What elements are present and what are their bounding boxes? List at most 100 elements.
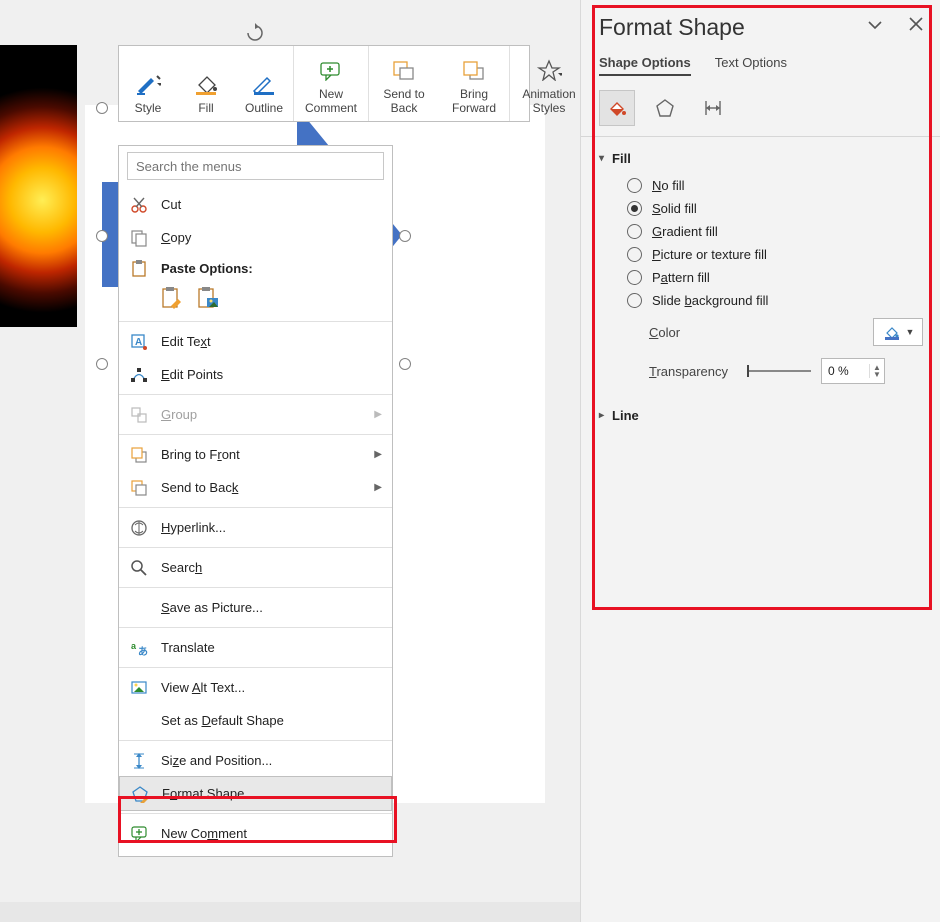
pen-style-icon — [135, 71, 161, 97]
transparency-label: Transparency — [649, 364, 749, 379]
menu-search-input[interactable] — [127, 152, 384, 180]
fill-section-toggle[interactable]: ▾ Fill — [599, 151, 923, 166]
effects-tab[interactable] — [647, 90, 683, 126]
search-icon — [129, 558, 149, 578]
translate-item[interactable]: aあ Translate — [119, 631, 392, 664]
bring-to-front-item[interactable]: Bring to Front ▶ — [119, 438, 392, 471]
new-comment-item[interactable]: New Comment — [119, 817, 392, 850]
shape-options-tab[interactable]: Shape Options — [599, 55, 691, 76]
edit-points-icon — [129, 365, 149, 385]
bring-forward-icon — [461, 57, 487, 83]
bring-forward-button[interactable]: Bring Forward — [439, 46, 509, 119]
format-shape-label: Format Shape... — [162, 786, 379, 801]
send-back-icon — [129, 478, 149, 498]
style-button[interactable]: Style — [119, 46, 177, 119]
alt-text-label: View Alt Text... — [161, 680, 380, 695]
edit-text-icon: A — [129, 332, 149, 352]
send-back-label: Send to Back — [383, 87, 424, 115]
color-label: Color — [649, 325, 769, 340]
slide-image — [0, 45, 77, 327]
no-fill-radio[interactable]: No fill — [599, 174, 923, 197]
new-comment-label: New Comment — [305, 87, 357, 115]
bottom-gray-bar — [0, 902, 580, 922]
save-as-picture-item[interactable]: Save as Picture... — [119, 591, 392, 624]
outline-label: Outline — [245, 101, 283, 115]
line-section-toggle[interactable]: ▸ Line — [599, 408, 923, 423]
animation-styles-button[interactable]: Animation Styles — [510, 46, 588, 119]
format-shape-item[interactable]: Format Shape... — [119, 776, 392, 811]
fill-color-button[interactable]: ▼ — [873, 318, 923, 346]
star-animation-icon — [536, 57, 562, 83]
edit-points-label: Edit Points — [161, 367, 380, 382]
size-pos-label: Size and Position... — [161, 753, 380, 768]
handle-tl[interactable] — [96, 102, 108, 114]
view-alt-text-item[interactable]: View Alt Text... — [119, 671, 392, 704]
fill-button[interactable]: Fill — [177, 46, 235, 119]
edit-points-item[interactable]: Edit Points — [119, 358, 392, 391]
chevron-down-icon: ▼ — [906, 327, 915, 337]
paste-use-destination-theme[interactable] — [161, 286, 183, 310]
fill-section-label: Fill — [612, 151, 631, 166]
chevron-right-icon: ▶ — [374, 409, 382, 420]
collapse-panel-button[interactable] — [867, 17, 883, 38]
transparency-slider[interactable] — [749, 370, 811, 372]
size-icon — [129, 751, 149, 771]
group-item: Group ▶ — [119, 398, 392, 431]
bring-fwd-label: Bring Forward — [452, 87, 496, 115]
format-shape-icon — [130, 784, 150, 804]
paste-picture[interactable] — [197, 286, 219, 310]
save-picture-label: Save as Picture... — [161, 600, 380, 615]
fill-line-tab[interactable] — [599, 90, 635, 126]
clipboard-icon — [129, 258, 149, 278]
blank-icon — [129, 598, 149, 618]
hyperlink-item[interactable]: Hyperlink... — [119, 511, 392, 544]
group-label: Group — [161, 407, 380, 422]
size-properties-tab[interactable] — [695, 90, 731, 126]
bucket-fill-icon — [193, 71, 219, 97]
size-and-position-item[interactable]: Size and Position... — [119, 744, 392, 777]
search-label: Search — [161, 560, 380, 575]
transparency-value: 0 % — [822, 364, 869, 378]
edit-text-item[interactable]: A Edit Text — [119, 325, 392, 358]
gradient-fill-radio[interactable]: Gradient fill — [599, 220, 923, 243]
link-icon — [129, 518, 149, 538]
alt-text-icon — [129, 678, 149, 698]
default-shape-label: Set as Default Shape — [161, 713, 380, 728]
context-menu: Cut Copy Paste Options: A Edit Text Edit… — [118, 145, 393, 857]
send-to-back-item[interactable]: Send to Back ▶ — [119, 471, 392, 504]
blank-icon — [129, 711, 149, 731]
panel-title: Format Shape — [599, 14, 745, 41]
svg-text:あ: あ — [138, 645, 148, 657]
slide-background-fill-radio[interactable]: Slide background fill — [599, 289, 923, 312]
picture-texture-fill-radio[interactable]: Picture or texture fill — [599, 243, 923, 266]
line-section-label: Line — [612, 408, 639, 423]
handle-mr[interactable] — [399, 230, 411, 242]
format-shape-panel: Format Shape Shape Options Text Options … — [580, 0, 940, 922]
handle-br[interactable] — [399, 358, 411, 370]
translate-label: Translate — [161, 640, 380, 655]
chevron-right-icon: ▸ — [599, 410, 604, 421]
solid-fill-radio[interactable]: Solid fill — [599, 197, 923, 220]
outline-button[interactable]: Outline — [235, 46, 293, 119]
cut-item[interactable]: Cut — [119, 188, 392, 221]
anim-styles-label: Animation Styles — [522, 87, 575, 115]
handle-ml[interactable] — [96, 230, 108, 242]
send-to-back-button[interactable]: Send to Back — [369, 46, 439, 119]
pattern-fill-radio[interactable]: Pattern fill — [599, 266, 923, 289]
send-back-label: Send to Back — [161, 480, 380, 495]
group-icon — [129, 405, 149, 425]
search-item[interactable]: Search — [119, 551, 392, 584]
copy-item[interactable]: Copy — [119, 221, 392, 254]
bring-front-icon — [129, 445, 149, 465]
new-comment-button[interactable]: New Comment — [294, 46, 368, 119]
set-default-shape-item[interactable]: Set as Default Shape — [119, 704, 392, 737]
fill-label: Fill — [198, 101, 213, 115]
comment-plus-icon — [318, 57, 344, 83]
send-back-icon — [391, 57, 417, 83]
handle-bl[interactable] — [96, 358, 108, 370]
new-comment-label: New Comment — [161, 826, 380, 841]
close-panel-button[interactable] — [909, 17, 923, 38]
cut-label: Cut — [161, 197, 380, 212]
transparency-spinner[interactable]: 0 % ▲▼ — [821, 358, 885, 384]
text-options-tab[interactable]: Text Options — [715, 55, 787, 76]
